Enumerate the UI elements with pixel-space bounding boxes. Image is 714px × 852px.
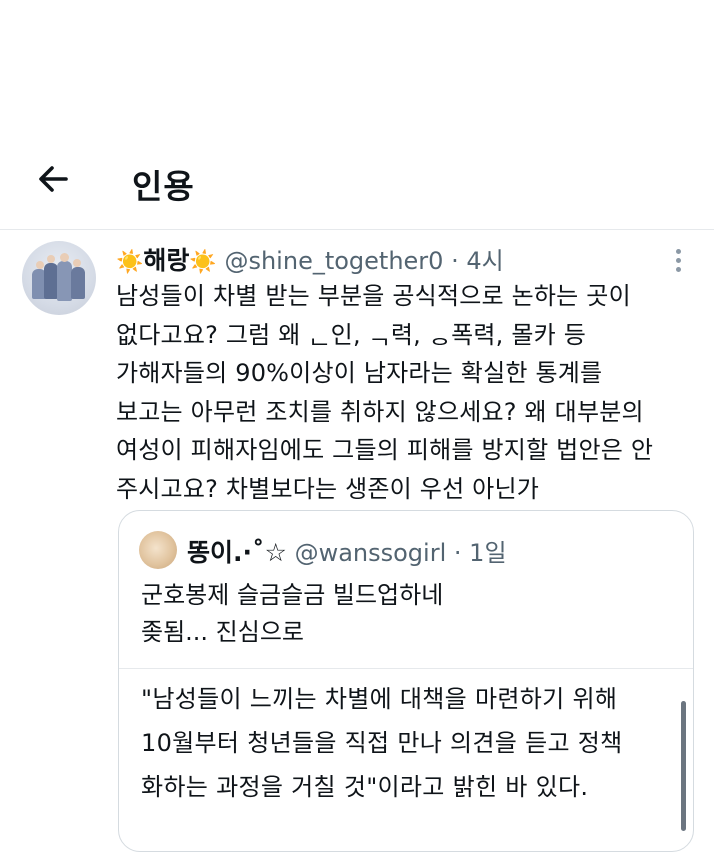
arrow-left-icon <box>39 166 68 192</box>
sun-emoji-right: ☀️ <box>189 250 217 275</box>
display-name[interactable]: 해랑 <box>143 246 189 275</box>
quoted-divider <box>119 668 693 669</box>
quoted-timestamp: 1일 <box>469 539 507 567</box>
top-bar: 인용 <box>0 140 714 230</box>
quoted-image-text: "남성들이 느끼는 차별에 대책을 마련하기 위해 10월부터 청년들을 직접 … <box>141 685 623 801</box>
more-options-button[interactable] <box>668 246 688 272</box>
tweet-meta: ☀️해랑☀️ @shine_together0 · 4시 <box>116 241 676 275</box>
quoted-display-name: 똥이.·˚☆ <box>187 538 287 567</box>
header-divider <box>0 229 714 230</box>
quoted-avatar <box>139 531 177 569</box>
tweet-text: 남성들이 차별 받는 부분을 공식적으로 논하는 곳이 없다고요? 그럼 왜 ᆫ… <box>116 282 654 503</box>
scrollbar[interactable] <box>681 701 686 831</box>
avatar[interactable] <box>22 241 96 315</box>
page-title: 인용 <box>132 167 195 206</box>
back-button[interactable] <box>36 162 70 196</box>
vertical-ellipsis-icon <box>668 249 688 272</box>
quoted-meta: 똥이.·˚☆ @wanssogirl · 1일 <box>187 533 507 569</box>
sun-emoji-left: ☀️ <box>116 250 144 275</box>
quoted-handle: @wanssogirl <box>294 539 447 567</box>
timestamp[interactable]: 4시 <box>466 247 503 275</box>
quoted-text: 군호봉제 슬금슬금 빌드업하네 좆됨... 진심으로 <box>141 581 444 646</box>
quoted-tweet[interactable]: 똥이.·˚☆ @wanssogirl · 1일 군호봉제 슬금슬금 빌드업하네 … <box>118 510 694 852</box>
meta-separator: · <box>451 247 459 275</box>
handle[interactable]: @shine_together0 <box>224 247 443 275</box>
quoted-separator: · <box>453 539 462 567</box>
